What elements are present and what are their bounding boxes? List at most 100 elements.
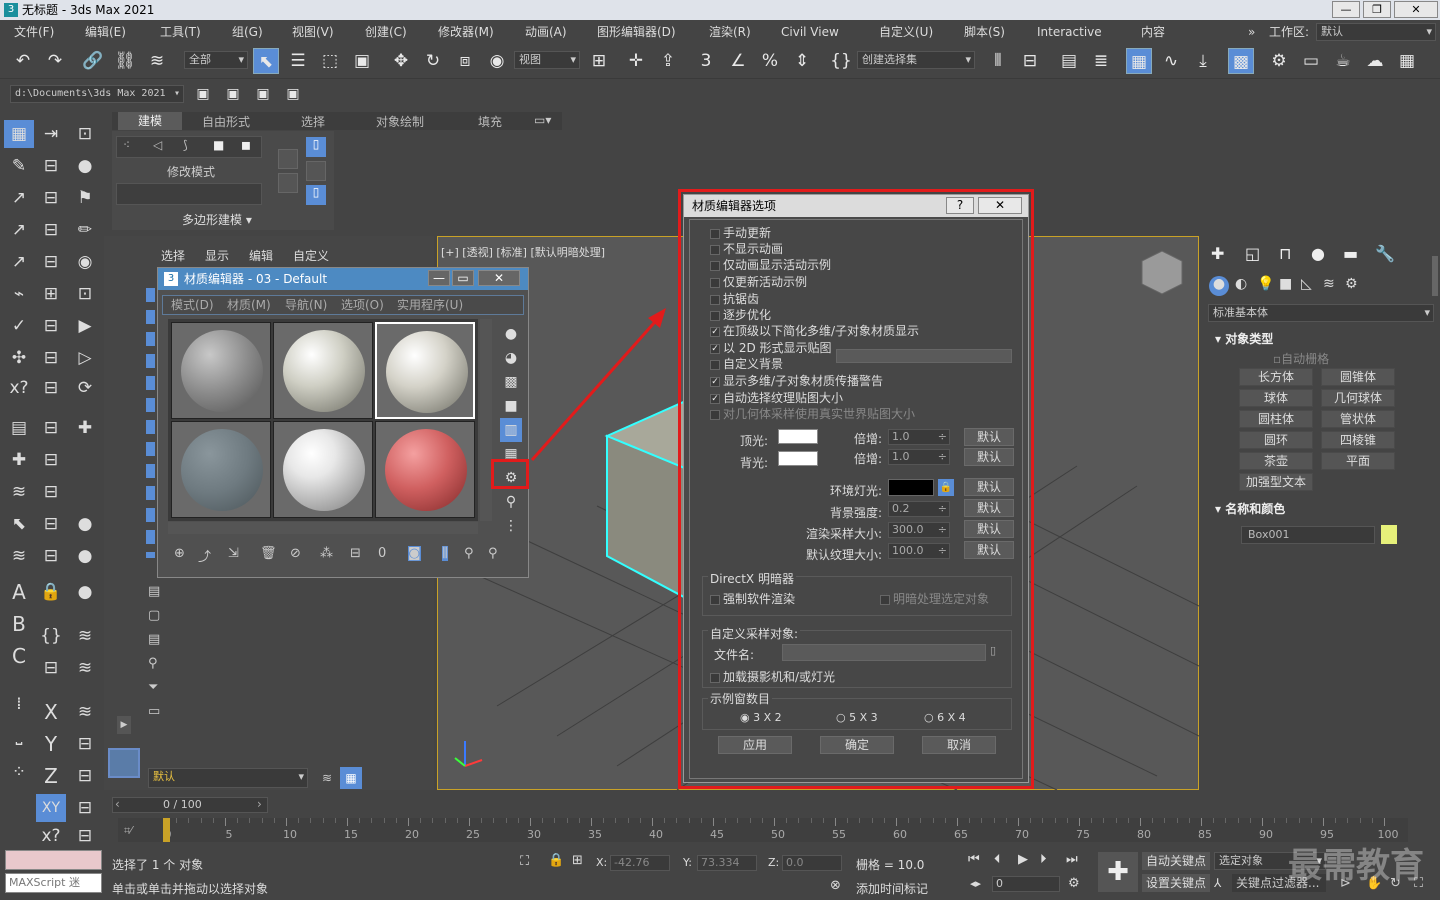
tool-icon-19[interactable]: ✓ bbox=[4, 312, 34, 340]
element-icon[interactable]: ◼ bbox=[241, 138, 251, 152]
tool-icon-16[interactable]: ⌁ bbox=[4, 280, 34, 308]
tex-size-default-button[interactable]: 默认 bbox=[964, 541, 1014, 559]
teapot-button[interactable]: 茶壶 bbox=[1239, 452, 1313, 470]
force-software-checkbox[interactable]: 强制软件渲染 bbox=[710, 592, 795, 606]
poly-modeling-dropdown[interactable]: 多边形建模 ▾ bbox=[182, 211, 252, 228]
tool-icon-29[interactable]: ⊟ bbox=[36, 414, 66, 442]
ambient-default-button[interactable]: 默认 bbox=[964, 478, 1014, 496]
unique-icon[interactable]: ⁂ bbox=[320, 546, 333, 561]
tool-icon-49[interactable]: ⊟ bbox=[70, 730, 100, 758]
checkbox-box[interactable] bbox=[710, 260, 720, 271]
menu-modifiers[interactable]: 修改器(M) bbox=[438, 21, 494, 43]
bg-intensity-default-button[interactable]: 默认 bbox=[964, 499, 1014, 517]
tool-icon-11[interactable]: ⊟ bbox=[36, 216, 66, 244]
auto-grid-checkbox[interactable]: ▫自动栅格 bbox=[1273, 350, 1329, 367]
tool-icon-36[interactable]: ⊟ bbox=[36, 510, 66, 538]
menu-graph-editors[interactable]: 图形编辑器(D) bbox=[597, 21, 676, 43]
scale-icon[interactable]: ⧈ bbox=[452, 48, 478, 74]
z-coord-field[interactable]: 0.0 bbox=[782, 855, 842, 871]
tool-icon-28[interactable]: ▤ bbox=[4, 414, 34, 442]
option-checkbox[interactable]: 仅动画显示活动示例 bbox=[710, 258, 831, 272]
place-icon[interactable]: ◉ bbox=[484, 48, 510, 74]
ambient-lock-icon[interactable]: 🔒 bbox=[938, 479, 954, 496]
render-cloud-icon[interactable]: ☁ bbox=[1362, 48, 1388, 74]
sample-slot-2[interactable] bbox=[273, 322, 373, 419]
filter-icon-3[interactable]: ▭ bbox=[148, 700, 160, 724]
back-multiplier-spinner[interactable]: 1.0 bbox=[888, 449, 950, 465]
material-editor-icon[interactable]: ▩ bbox=[1228, 48, 1254, 74]
option-checkbox[interactable]: ✓ 显示多维/子对象材质传播警告 bbox=[710, 374, 883, 388]
time-config-icon[interactable]: ⚙ bbox=[1068, 876, 1080, 891]
tool-icon-38[interactable]: ≋ bbox=[4, 542, 34, 570]
geometry-icon[interactable]: ● bbox=[1209, 276, 1229, 296]
tool-icon-42[interactable]: {} bbox=[36, 622, 66, 650]
tool-icon-27[interactable]: ⟳ bbox=[70, 374, 100, 402]
default-tex-size-spinner[interactable]: 100.0 bbox=[888, 543, 950, 559]
material-id-icon[interactable]: 0 bbox=[378, 546, 386, 561]
tool-icon-51[interactable]: ⊟ bbox=[70, 762, 100, 790]
tool-icon-50[interactable]: ⁘ bbox=[4, 758, 34, 786]
option-checkbox[interactable]: 仅更新活动示例 bbox=[710, 275, 807, 289]
modify-tab-icon[interactable]: ◱ bbox=[1245, 244, 1260, 263]
go-to-start-icon[interactable]: ⏮ bbox=[968, 852, 980, 867]
show-end-result-icon[interactable]: ⫼ bbox=[442, 546, 448, 561]
close-button[interactable]: ✕ bbox=[1394, 1, 1438, 18]
selection-lock-icon[interactable]: 🔒 bbox=[548, 853, 564, 868]
redo-icon[interactable]: ↷ bbox=[42, 48, 68, 74]
menu-file[interactable]: 文件(F) bbox=[14, 21, 54, 43]
axis-x-icon[interactable]: X bbox=[36, 698, 66, 726]
scene-menu-display[interactable]: 显示 bbox=[205, 247, 229, 264]
checkbox-box[interactable] bbox=[710, 409, 720, 420]
tube-button[interactable]: 管状体 bbox=[1321, 410, 1395, 428]
tab-freeform[interactable]: 自由形式 bbox=[202, 113, 250, 130]
prev-frame-icon[interactable]: ⏴ bbox=[994, 852, 1001, 867]
top-multiplier-spinner[interactable]: 1.0 bbox=[888, 429, 950, 445]
add-time-tag[interactable]: 添加时间标记 bbox=[856, 880, 928, 897]
option-checkbox[interactable]: 抗锯齿 bbox=[710, 292, 759, 306]
top-light-default-button[interactable]: 默认 bbox=[964, 428, 1014, 446]
layer-explorer-icon[interactable]: ≣ bbox=[1088, 48, 1114, 74]
tool-icon-37[interactable]: ● bbox=[70, 510, 100, 538]
mat-menu-material[interactable]: 材质(M) bbox=[227, 296, 271, 314]
cylinder-button[interactable]: 圆柱体 bbox=[1239, 410, 1313, 428]
option-checkbox[interactable]: 不显示动画 bbox=[710, 242, 783, 256]
slots-5x3-radio[interactable]: ○ 5 X 3 bbox=[836, 711, 878, 724]
play-icon[interactable]: ▶ bbox=[1018, 852, 1028, 867]
move-icon[interactable]: ✥ bbox=[388, 48, 414, 74]
tool-icon-40[interactable]: ● bbox=[70, 542, 100, 570]
snaps-3d-icon[interactable]: 3 bbox=[693, 48, 719, 74]
menu-edit[interactable]: 编辑(E) bbox=[85, 21, 126, 43]
filter-icon-2[interactable]: ⏷ bbox=[148, 676, 160, 700]
mat-menu-utilities[interactable]: 实用程序(U) bbox=[397, 296, 463, 314]
spacewarps-icon[interactable]: ≋ bbox=[1323, 276, 1335, 292]
menu-group[interactable]: 组(G) bbox=[232, 21, 263, 43]
cancel-button[interactable]: 取消 bbox=[922, 736, 996, 754]
edge-icon[interactable]: ◁ bbox=[153, 138, 162, 152]
y-coord-field[interactable]: 73.334 bbox=[697, 855, 757, 871]
scene-menu-edit[interactable]: 编辑 bbox=[249, 247, 273, 264]
selection-filter-select[interactable]: 全部 bbox=[184, 51, 248, 69]
slots-3x2-radio[interactable]: ◉ 3 X 2 bbox=[740, 711, 782, 724]
angle-snap-icon[interactable]: ∠ bbox=[725, 48, 751, 74]
checkbox-box[interactable] bbox=[710, 359, 720, 370]
isolate-icon[interactable]: ⛶ bbox=[520, 854, 529, 869]
go-to-end-icon[interactable]: ⏭ bbox=[1066, 852, 1078, 867]
ribbon-tool-e[interactable]: ▯ bbox=[306, 185, 326, 205]
axis-y-icon[interactable]: Y bbox=[36, 730, 66, 758]
ribbon-tool-d[interactable] bbox=[306, 161, 326, 181]
command-panel-scrollbar[interactable] bbox=[1432, 256, 1438, 296]
tool-icon-33[interactable]: ≋ bbox=[4, 478, 34, 506]
tool-icon-13[interactable]: ↗ bbox=[4, 248, 34, 276]
tool-icon-52[interactable]: ⊟ bbox=[70, 794, 100, 822]
border-icon[interactable]: ⟆ bbox=[183, 138, 188, 152]
set-key-big-icon[interactable]: ✚ bbox=[1098, 852, 1138, 892]
mat-minimize-button[interactable]: — bbox=[428, 270, 450, 286]
mirror-icon[interactable]: ⫴ bbox=[985, 48, 1011, 74]
key-filter-icon[interactable]: ⅄ bbox=[1214, 876, 1221, 890]
tool-icon-9[interactable]: ⚑ bbox=[70, 184, 100, 212]
object-name-input[interactable]: Box001 bbox=[1241, 526, 1375, 544]
name-color-rollout[interactable]: ▾ 名称和颜色 bbox=[1215, 500, 1285, 517]
track-bar-icon[interactable]: ⌗⁄ bbox=[124, 824, 132, 838]
project-path-select[interactable]: d:\Documents\3ds Max 2021 bbox=[10, 85, 184, 103]
menu-content[interactable]: 内容 bbox=[1141, 21, 1165, 43]
